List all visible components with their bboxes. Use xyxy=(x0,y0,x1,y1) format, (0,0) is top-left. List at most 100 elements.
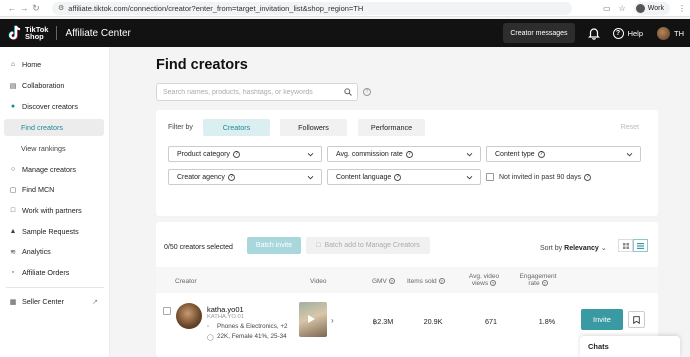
creator-nickname: KATHA.YO.01 xyxy=(207,314,244,320)
sidebar-item-analytics[interactable]: ≋ Analytics xyxy=(4,243,104,260)
address-bar[interactable]: ⚙ affiliate.tiktok.com/connection/creato… xyxy=(52,1,572,15)
avatar xyxy=(657,26,670,40)
creator-category: ▫ Phones & Electronics, +2 xyxy=(207,323,288,330)
col-engagement[interactable]: Engagement rate? xyxy=(518,273,558,287)
url-text: affiliate.tiktok.com/connection/creator?… xyxy=(68,3,364,13)
col-gmv[interactable]: GMV? xyxy=(372,278,395,285)
back-icon[interactable]: ← xyxy=(6,2,18,14)
sidebar-item-seller-center[interactable]: ▦ Seller Center ↗ xyxy=(4,293,104,310)
invite-button[interactable]: Invite xyxy=(581,309,623,330)
user-menu[interactable]: TH xyxy=(657,26,684,40)
bell-icon[interactable] xyxy=(587,26,601,40)
sidebar-item-discover-creators[interactable]: ● Discover creators xyxy=(4,98,104,115)
forward-icon[interactable]: → xyxy=(18,2,30,14)
cast-icon[interactable]: ▭ xyxy=(603,4,611,13)
product-category-dropdown[interactable]: Product category ? xyxy=(168,146,322,162)
sidebar-divider xyxy=(6,287,104,288)
partners-icon: □ xyxy=(10,207,16,214)
sidebar-item-home[interactable]: ⌂ Home xyxy=(4,56,104,73)
analytics-icon: ≋ xyxy=(10,248,16,256)
sidebar-item-find-mcn[interactable]: ▢ Find MCN xyxy=(4,181,104,198)
sidebar-item-label: Manage creators xyxy=(22,165,76,174)
user-label: TH xyxy=(674,28,684,38)
help-label: Help xyxy=(627,28,643,38)
col-avg-views[interactable]: Avg. video views? xyxy=(463,273,505,287)
sidebar-item-label: Find MCN xyxy=(22,185,55,194)
creator-avatar[interactable] xyxy=(176,303,202,329)
help-button[interactable]: ? Help xyxy=(612,27,643,39)
sidebar-item-affiliate-orders[interactable]: ▫ Affiliate Orders xyxy=(4,264,104,281)
audience-icon: ◯ xyxy=(207,334,214,341)
search-info-icon[interactable]: ? xyxy=(363,88,371,96)
help-icon: ? xyxy=(490,280,497,287)
sidebar: ⌂ Home ▤ Collaboration ● Discover creato… xyxy=(0,47,110,357)
external-link-icon: ↗ xyxy=(92,298,98,306)
category-icon: ▫ xyxy=(207,323,210,330)
chats-panel[interactable]: Chats xyxy=(580,336,680,357)
not-invited-checkbox[interactable] xyxy=(486,173,494,181)
help-icon: ? xyxy=(584,173,592,181)
site-info-icon[interactable]: ⚙ xyxy=(58,4,64,12)
logo-divider xyxy=(56,26,58,40)
collaboration-icon: ▤ xyxy=(9,82,17,90)
menu-icon[interactable]: ⋮ xyxy=(678,4,686,13)
sidebar-item-collaboration[interactable]: ▤ Collaboration xyxy=(4,77,104,94)
commission-rate-dropdown[interactable]: Avg. commission rate ? xyxy=(327,146,481,162)
app-header: TikTok Shop Affiliate Center Creator mes… xyxy=(0,19,690,47)
sidebar-item-view-rankings[interactable]: View rankings xyxy=(4,140,104,157)
help-icon: ? xyxy=(541,280,548,287)
main-content: Find creators ? Filter by Creators Follo… xyxy=(111,47,690,357)
tab-followers[interactable]: Followers xyxy=(280,119,347,136)
sidebar-item-label: Discover creators xyxy=(22,102,78,111)
seller-icon: ▦ xyxy=(9,298,17,306)
video-thumbnail[interactable] xyxy=(299,302,327,337)
col-creator: Creator xyxy=(175,278,197,285)
help-icon: ? xyxy=(405,150,413,158)
search-icon[interactable] xyxy=(344,88,352,96)
chevron-down-icon xyxy=(307,175,314,180)
grid-view-icon[interactable] xyxy=(618,239,633,252)
dropdown-label: Content language xyxy=(336,173,392,181)
sidebar-item-manage-creators[interactable]: ○ Manage creators xyxy=(4,161,104,178)
list-view-icon[interactable] xyxy=(633,239,648,252)
batch-invite-button[interactable]: Batch invite xyxy=(247,237,301,254)
batch-add-button[interactable]: □ Batch add to Manage Creators xyxy=(306,237,430,254)
tab-performance[interactable]: Performance xyxy=(358,119,425,136)
creator-agency-dropdown[interactable]: Creator agency ? xyxy=(168,169,322,185)
sample-icon: ▲ xyxy=(9,228,17,235)
help-icon: ? xyxy=(388,278,395,285)
not-invited-filter[interactable]: Not invited in past 90 days ? xyxy=(486,173,592,181)
sidebar-item-work-with-partners[interactable]: □ Work with partners xyxy=(4,202,104,219)
search-input[interactable] xyxy=(163,88,343,96)
bookmark-star-icon[interactable]: ☆ xyxy=(619,4,626,13)
reset-button[interactable]: Reset xyxy=(621,124,639,131)
creator-messages-button[interactable]: Creator messages xyxy=(503,23,575,43)
content-language-dropdown[interactable]: Content language ? xyxy=(327,169,481,185)
discover-icon: ● xyxy=(10,103,16,110)
profile-button[interactable]: Work xyxy=(633,2,670,15)
row-checkbox[interactable] xyxy=(163,307,171,315)
help-icon: ? xyxy=(537,150,545,158)
save-creator-button[interactable] xyxy=(628,311,645,328)
sidebar-item-sample-requests[interactable]: ▲ Sample Requests xyxy=(4,223,104,240)
sidebar-item-find-creators[interactable]: Find creators xyxy=(4,119,104,136)
tab-creators[interactable]: Creators xyxy=(203,119,270,136)
sort-dropdown[interactable]: Sort by Relevancy ⌄ xyxy=(540,244,607,252)
sidebar-item-label: Seller Center xyxy=(22,297,64,306)
avg-views-value: 671 xyxy=(485,317,497,326)
creator-handle[interactable]: katha.yo01 xyxy=(207,305,244,314)
chevron-right-icon[interactable]: › xyxy=(331,316,334,325)
view-toggle xyxy=(618,239,648,252)
dropdown-label: Content type xyxy=(495,150,535,158)
tiktok-shop-logo[interactable]: TikTok Shop xyxy=(8,25,48,41)
col-items-sold[interactable]: Items sold? xyxy=(407,278,445,285)
sort-prefix: Sort by xyxy=(540,245,563,252)
page-title: Find creators xyxy=(156,57,248,73)
reload-icon[interactable]: ↻ xyxy=(30,2,42,14)
batch-add-label: Batch add to Manage Creators xyxy=(324,242,420,249)
chevron-down-icon: ⌄ xyxy=(600,245,607,252)
content-type-dropdown[interactable]: Content type ? xyxy=(486,146,641,162)
browser-bar: ← → ↻ ⚙ affiliate.tiktok.com/connection/… xyxy=(0,0,690,17)
dropdown-label: Creator agency xyxy=(177,173,225,181)
manage-icon: ○ xyxy=(10,166,16,173)
